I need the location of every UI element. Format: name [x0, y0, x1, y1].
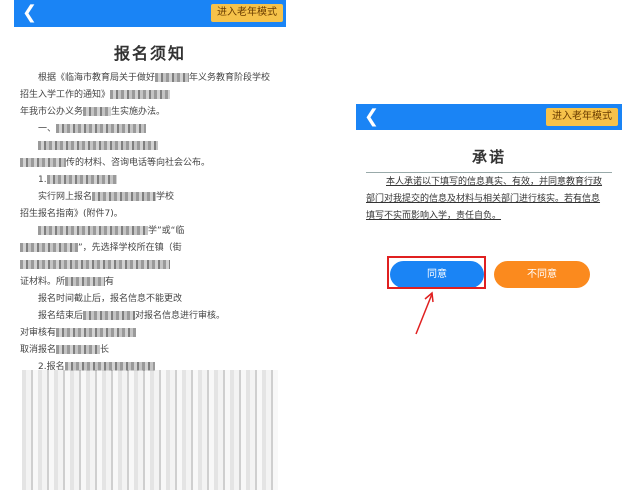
divider — [366, 172, 612, 173]
notice-line-text: 有 — [105, 277, 115, 287]
top-bar: ❮ 进入老年模式 — [356, 104, 622, 130]
notice-line-text: 证材料。所 — [20, 277, 66, 287]
notice-line-text: 对报名信息进行审核。 — [135, 311, 226, 321]
notice-line: 招生报名指南》(附件7)。 — [20, 206, 282, 223]
redaction-mosaic — [56, 328, 137, 337]
notice-line-text: 长 — [100, 345, 110, 355]
notice-line: 1. — [20, 172, 282, 189]
promise-screen: ❮ 进入老年模式 承诺 本人承诺以下填写的信息真实、有效，并同意教育行政部门对我… — [356, 104, 622, 336]
notice-line-text: 生实施办法。 — [111, 107, 166, 117]
arrow-icon — [415, 291, 434, 335]
notice-line: 根据《临海市教育局关于做好 年义务教育阶段学校 — [20, 70, 282, 87]
chevron-left-icon[interactable]: ❮ — [22, 3, 37, 23]
notice-line-text: 年我市公办义务 — [20, 107, 84, 117]
notice-line: 对审核有 — [20, 325, 282, 342]
notice-line: 招生入学工作的通知》 — [20, 87, 282, 104]
redaction-mosaic — [65, 277, 106, 286]
elder-mode-button[interactable]: 进入老年模式 — [211, 4, 283, 22]
notice-line: 证材料。所 有 — [20, 274, 282, 291]
chevron-left-icon[interactable]: ❮ — [364, 107, 379, 127]
elder-mode-button[interactable]: 进入老年模式 — [546, 108, 618, 126]
notice-screen: ❮ 进入老年模式 报名须知 根据《临海市教育局关于做好 年义务教育阶段学校招生入学… — [14, 0, 286, 496]
notice-line-text: 学校 — [156, 192, 175, 202]
notice-body: 根据《临海市教育局关于做好 年义务教育阶段学校招生入学工作的通知》 年我市公办义务 生… — [20, 70, 282, 376]
notice-line-text: 对审核有 — [20, 328, 57, 338]
notice-line-text: 取消报名 — [20, 345, 57, 355]
redaction-mosaic — [38, 141, 158, 150]
redaction-mosaic — [92, 192, 157, 201]
notice-line-text: 传的材料、咨询电话等向社会公布。 — [66, 158, 211, 168]
notice-line-text: 报名时间截止后，报名信息不能更改 — [38, 294, 183, 304]
disagree-button[interactable]: 不同意 — [494, 261, 590, 288]
blurred-content — [22, 370, 278, 490]
notice-line-text: 招生报名指南》(附件7)。 — [20, 209, 123, 219]
redaction-mosaic — [155, 73, 190, 82]
notice-line-text: 根据《临海市教育局关于做好 — [38, 73, 156, 83]
notice-line: 学”或“临 — [20, 223, 282, 240]
redaction-mosaic — [20, 260, 170, 269]
promise-text: 本人承诺以下填写的信息真实、有效，并同意教育行政部门对我提交的信息及材料与相关部… — [366, 177, 603, 221]
highlight-box — [387, 256, 486, 289]
page-title: 报名须知 — [113, 44, 186, 63]
redaction-mosaic — [83, 311, 136, 320]
top-bar: ❮ 进入老年模式 — [14, 0, 286, 27]
notice-line: 一、 — [20, 121, 282, 138]
notice-line-text: 报名结束后 — [38, 311, 84, 321]
notice-line-text: 1. — [38, 175, 47, 185]
redaction-mosaic — [56, 345, 101, 354]
redaction-mosaic — [20, 158, 66, 167]
notice-line-text: 一、 — [38, 124, 57, 134]
redaction-mosaic — [46, 175, 117, 184]
notice-line: 实行网上报名 学校 — [20, 189, 282, 206]
redaction-mosaic — [20, 243, 78, 252]
notice-line: 传的材料、咨询电话等向社会公布。 — [20, 155, 282, 172]
notice-line-text: 实行网上报名 — [38, 192, 93, 202]
notice-line: 年我市公办义务 生实施办法。 — [20, 104, 282, 121]
notice-line-text: 年义务教育阶段学校 — [189, 73, 271, 83]
notice-line — [20, 257, 282, 274]
notice-line: 报名时间截止后，报名信息不能更改 — [20, 291, 282, 308]
notice-line: 取消报名 长 — [20, 342, 282, 359]
notice-line: 报名结束后 对报名信息进行审核。 — [20, 308, 282, 325]
notice-line-text: 招生入学工作的通知》 — [20, 90, 111, 100]
notice-line-text: ”，先选择学校所在镇（街 — [78, 243, 182, 253]
page-title: 承诺 — [471, 148, 506, 166]
redaction-mosaic — [56, 124, 147, 133]
notice-line-text: 学”或“临 — [148, 226, 185, 236]
notice-line: ”，先选择学校所在镇（街 — [20, 240, 282, 257]
redaction-mosaic — [38, 226, 148, 235]
screenshot-composite: ❮ 进入老年模式 报名须知 根据《临海市教育局关于做好 年义务教育阶段学校招生入学… — [0, 0, 635, 496]
redaction-mosaic — [83, 107, 112, 116]
notice-line — [20, 138, 282, 155]
redaction-mosaic — [110, 90, 171, 99]
